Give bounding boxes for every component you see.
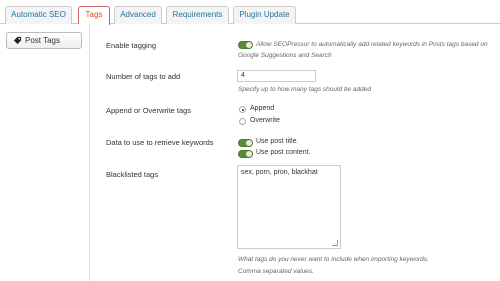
enable-tagging-description: Allow SEOPressor to automatically add re… bbox=[256, 41, 488, 48]
sidebar: Post Tags bbox=[0, 24, 90, 281]
enable-tagging-description-cont: Google Suggestions and Search bbox=[238, 52, 332, 59]
enable-tagging-label: Enable tagging bbox=[106, 41, 157, 50]
blacklist-label: Blacklisted tags bbox=[106, 170, 159, 179]
num-tags-input[interactable]: 4 bbox=[237, 70, 316, 82]
resize-handle-icon[interactable] bbox=[332, 240, 338, 246]
blacklist-help-cont: Comma separated values. bbox=[238, 268, 314, 275]
num-tags-label: Number of tags to add bbox=[106, 72, 181, 81]
sidebar-item-label: Post Tags bbox=[25, 36, 60, 45]
tag-icon bbox=[13, 36, 22, 45]
tab-plugin-update[interactable]: Plugin Update bbox=[233, 6, 296, 24]
num-tags-help: Specify up to how many tags should be ad… bbox=[238, 86, 371, 93]
sidebar-item-post-tags[interactable]: Post Tags bbox=[6, 32, 82, 49]
enable-tagging-toggle[interactable] bbox=[238, 41, 253, 49]
blacklist-textarea[interactable]: sex, porn, pron, blackhat bbox=[237, 165, 341, 249]
append-radio[interactable] bbox=[239, 106, 246, 113]
overwrite-radio[interactable] bbox=[239, 118, 246, 125]
tab-requirements[interactable]: Requirements bbox=[166, 6, 229, 24]
use-post-title-label: Use post title. bbox=[256, 138, 299, 145]
use-post-content-toggle[interactable] bbox=[238, 150, 253, 158]
use-post-content-label: Use post content. bbox=[256, 149, 311, 156]
overwrite-radio-label: Overwrite bbox=[250, 117, 280, 124]
append-radio-label: Append bbox=[250, 105, 275, 112]
data-source-label: Data to use to retrieve keywords bbox=[106, 138, 214, 147]
append-overwrite-label: Append or Overwrite tags bbox=[106, 106, 192, 115]
tab-advanced[interactable]: Advanced bbox=[114, 6, 162, 24]
blacklist-value: sex, porn, pron, blackhat bbox=[241, 169, 318, 176]
tab-tags[interactable]: Tags bbox=[78, 6, 110, 25]
blacklist-help: What tags do you never want to include w… bbox=[238, 256, 429, 263]
use-post-title-toggle[interactable] bbox=[238, 139, 253, 147]
tab-automatic-seo[interactable]: Automatic SEO bbox=[5, 6, 72, 24]
tab-bar: Automatic SEO Tags Advanced Requirements… bbox=[0, 0, 500, 25]
